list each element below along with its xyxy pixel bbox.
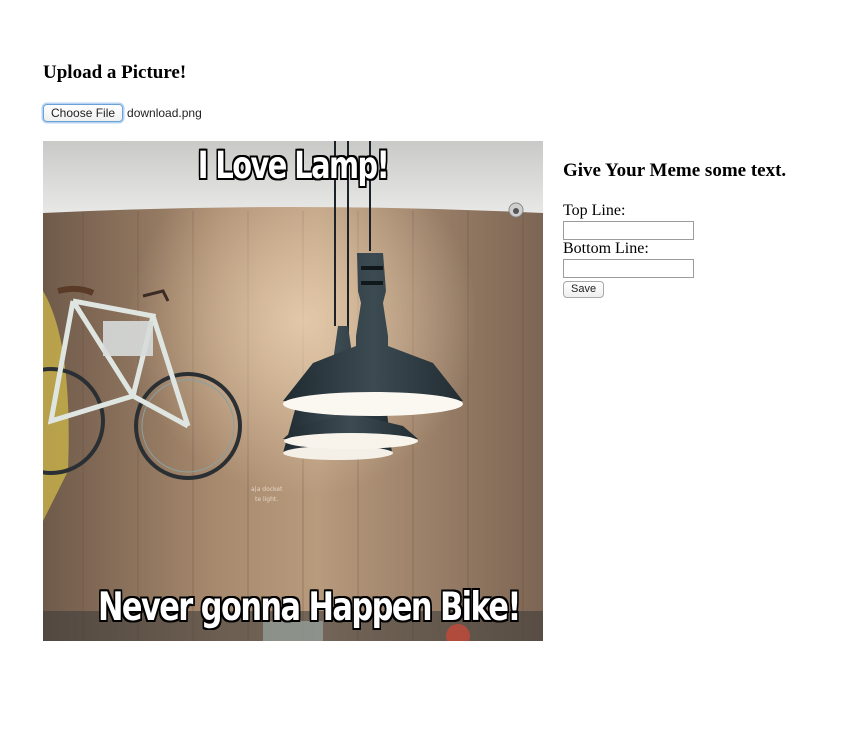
- meme-canvas: a|a docket te light. I Love Lamp! Never …: [43, 141, 543, 641]
- meme-top-text: I Love Lamp!: [197, 144, 390, 187]
- save-button[interactable]: Save: [563, 281, 605, 298]
- file-input[interactable]: Choose File download.png: [43, 103, 202, 122]
- svg-text:a|a docket: a|a docket: [251, 486, 283, 493]
- meme-photo: a|a docket te light.: [43, 141, 543, 641]
- choose-file-button[interactable]: Choose File: [43, 103, 124, 122]
- svg-text:te light.: te light.: [255, 496, 278, 503]
- bottom-line-input[interactable]: [563, 259, 694, 278]
- top-line-label: Top Line:: [563, 202, 626, 219]
- bottom-line-label: Bottom Line:: [563, 240, 649, 257]
- meme-bottom-text: Never gonna Happen Bike!: [98, 585, 521, 630]
- form-heading: Give Your Meme some text.: [563, 160, 787, 181]
- top-line-input[interactable]: [563, 221, 694, 240]
- selected-file-name: download.png: [127, 105, 202, 120]
- meme-text-form: Give Your Meme some text. Top Line: Bott…: [563, 159, 823, 298]
- upload-heading: Upload a Picture!: [43, 62, 187, 83]
